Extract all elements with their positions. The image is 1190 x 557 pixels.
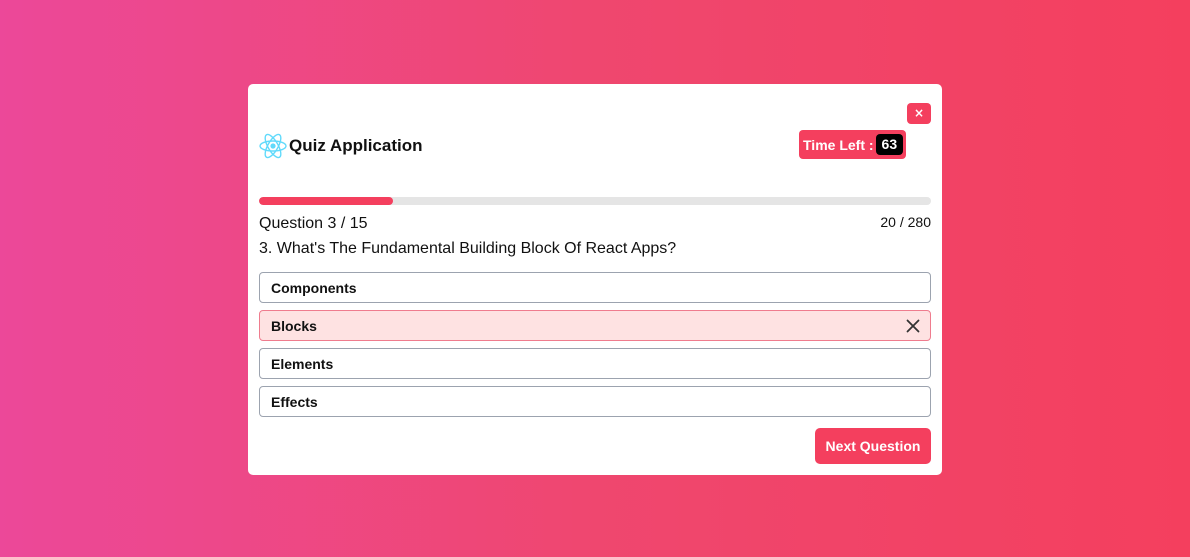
- quiz-card: × Quiz Application Time Left : 63 Questi…: [248, 84, 942, 475]
- timer-badge: Time Left : 63: [799, 130, 906, 159]
- app-title: Quiz Application: [289, 136, 423, 155]
- progress-bar: [259, 197, 931, 205]
- app-header: Quiz Application: [258, 131, 422, 161]
- timer-value: 63: [875, 134, 904, 155]
- question-counter: Question 3 / 15: [259, 215, 368, 232]
- option-label: Components: [271, 279, 357, 296]
- next-question-button[interactable]: Next Question: [815, 428, 931, 464]
- close-icon: [906, 319, 920, 333]
- score-counter: 20 / 280: [880, 214, 931, 230]
- close-button[interactable]: ×: [907, 103, 931, 124]
- option-blocks[interactable]: Blocks: [259, 310, 931, 341]
- options-list: Components Blocks Elements Effects: [259, 272, 931, 424]
- option-effects[interactable]: Effects: [259, 386, 931, 417]
- option-label: Effects: [271, 393, 318, 410]
- option-elements[interactable]: Elements: [259, 348, 931, 379]
- question-text: 3. What's The Fundamental Building Block…: [259, 240, 677, 257]
- timer-label: Time Left :: [803, 136, 874, 153]
- option-label: Elements: [271, 355, 334, 372]
- option-components[interactable]: Components: [259, 272, 931, 303]
- react-atom-icon: [258, 131, 288, 161]
- option-label: Blocks: [271, 317, 317, 334]
- progress-fill: [259, 197, 394, 205]
